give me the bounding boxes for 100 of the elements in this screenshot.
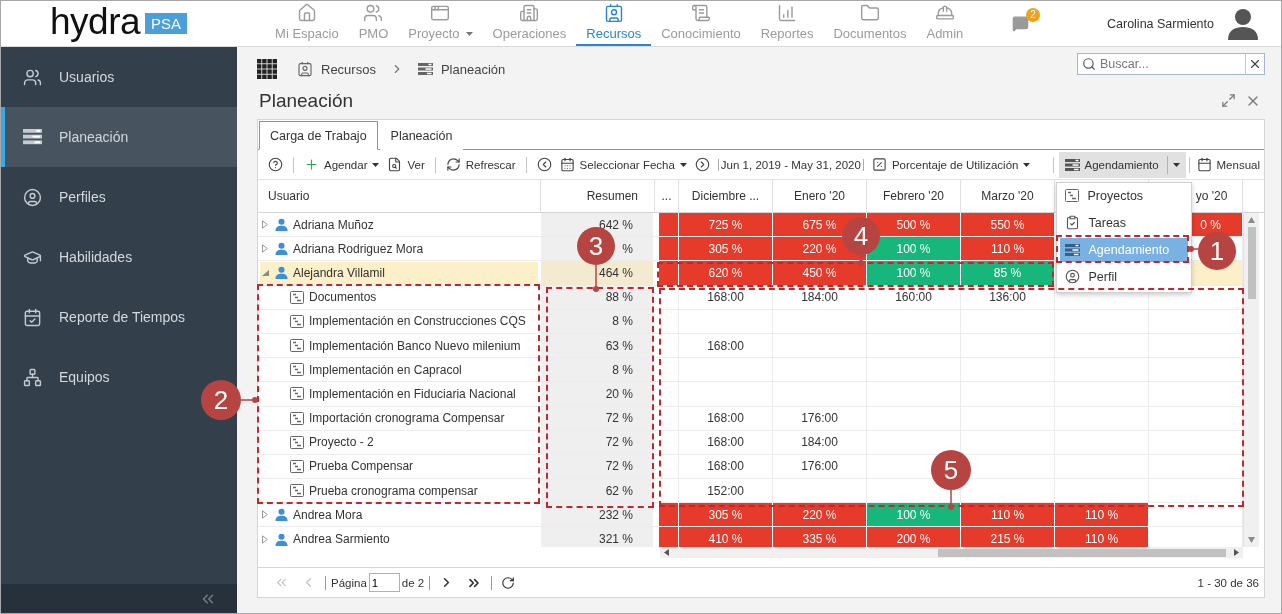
triangle-down-icon[interactable] xyxy=(262,269,269,276)
row-name: Implementación en Fiduciaria Nacional xyxy=(309,386,516,401)
refresh-icon xyxy=(501,575,516,590)
chevron-left-circle-icon xyxy=(536,157,552,172)
notification-badge: 2 xyxy=(1026,8,1040,22)
load-cell: 110 % xyxy=(1055,503,1149,527)
grid-icon xyxy=(257,59,277,79)
load-cell: 200 % xyxy=(867,527,961,547)
row-name: Proyecto - 2 xyxy=(309,435,374,450)
leader-line xyxy=(948,487,954,510)
sidebar-item[interactable]: Usuarios xyxy=(1,47,237,107)
summary-cell: 72 % xyxy=(541,430,655,454)
column-header[interactable]: Febrero '20 xyxy=(867,180,961,212)
scroll-right-arrow-icon[interactable] xyxy=(1234,549,1239,556)
person-icon xyxy=(275,508,288,522)
user-circle-icon xyxy=(1064,269,1080,284)
triangle-right-icon[interactable] xyxy=(262,510,268,520)
sidebar-item[interactable]: Planeación xyxy=(1,107,237,167)
column-header[interactable]: Usuario xyxy=(258,180,541,212)
gantt-chart-icon xyxy=(290,363,304,377)
summary-cell: 62 % xyxy=(541,479,655,503)
triangle-right-icon[interactable] xyxy=(262,244,268,254)
breadcrumb-link[interactable]: Planeación xyxy=(417,61,506,77)
scrollbar-thumb[interactable] xyxy=(1247,227,1256,299)
chevron-right-circle-icon xyxy=(694,157,710,172)
column-header[interactable]: Marzo '20 xyxy=(961,180,1055,212)
sidebar-item[interactable]: Perfiles xyxy=(1,167,237,227)
search-field[interactable]: Buscar... xyxy=(1077,53,1245,75)
add-button[interactable]: Agendar xyxy=(300,151,384,178)
file-search-icon xyxy=(387,157,403,172)
summary-cell: 321 % xyxy=(541,527,655,547)
column-header[interactable]: Resumen xyxy=(541,180,655,212)
scroll-left-arrow-icon[interactable] xyxy=(664,549,669,556)
page-range-label: 1 - 30 de 36 xyxy=(1197,576,1259,589)
row-name: Adriana Muñoz xyxy=(293,217,374,232)
summary-cell: 232 % xyxy=(541,503,655,527)
calendar-icon xyxy=(1196,157,1212,172)
refresh-icon xyxy=(445,157,461,172)
calendar-check-icon xyxy=(23,307,42,327)
summary-cell: 20 % xyxy=(541,382,655,406)
clear-search-button[interactable] xyxy=(1245,53,1265,75)
house-icon xyxy=(296,3,317,23)
metric-dropdown[interactable]: Porcentaje de Utilización xyxy=(867,151,1035,178)
contact-card-icon xyxy=(297,61,313,77)
sidebar-item[interactable]: Habilidades xyxy=(1,227,237,287)
column-header[interactable]: Enero '20 xyxy=(773,180,867,212)
scrollbar-thumb[interactable] xyxy=(938,548,1226,557)
row-name: Adriana Rodriguez Mora xyxy=(293,241,424,256)
row-name: Implementación en Capracol xyxy=(309,362,462,377)
name-cell[interactable]: Alejandra Villamil xyxy=(260,262,538,284)
sidebar-item[interactable]: Reporte de Tiempos xyxy=(1,287,237,347)
apps-button[interactable] xyxy=(257,59,277,79)
load-cell: 620 % xyxy=(679,261,773,285)
date-picker-button[interactable]: Seleccionar Fecha xyxy=(555,151,691,178)
logo-badge: PSA xyxy=(145,13,188,34)
triangle-right-icon[interactable] xyxy=(262,534,268,544)
building-icon xyxy=(519,3,540,23)
load-cell: 110 % xyxy=(1055,527,1149,547)
load-cell: 85 % xyxy=(961,261,1055,285)
view-button[interactable]: Ver xyxy=(383,151,429,178)
tab[interactable]: Carga de Trabajo xyxy=(259,121,378,150)
page-title: Planeación xyxy=(258,90,354,112)
load-cell: 335 % xyxy=(773,527,867,547)
row-name: Implementación en Construcciones CQS xyxy=(309,314,526,329)
period-button[interactable]: Mensual xyxy=(1195,151,1261,178)
gantt-chart-icon xyxy=(290,339,304,353)
triangle-right-icon[interactable] xyxy=(262,220,268,230)
chat-icon xyxy=(1012,15,1029,32)
hard-hat-icon xyxy=(934,3,955,23)
summary-cell: 8 % xyxy=(541,358,655,382)
load-cell: 305 % xyxy=(679,237,773,261)
user-circle-icon xyxy=(23,187,42,207)
avatar-icon[interactable] xyxy=(1228,7,1258,40)
row-name: Importación cronograma Compensar xyxy=(309,411,505,426)
refresh-button[interactable]: Refrescar xyxy=(441,151,520,178)
load-cell: 100 % xyxy=(867,261,961,285)
column-header[interactable]: Diciembre ... xyxy=(679,180,773,212)
load-cell: 110 % xyxy=(961,237,1055,261)
breadcrumb-link[interactable]: Recursos xyxy=(297,61,376,77)
stacked-bars-icon xyxy=(1064,243,1080,256)
scroll-down-arrow-icon[interactable] xyxy=(1248,537,1255,543)
view-mode-dropdown[interactable]: Agendamiento xyxy=(1058,151,1186,178)
maximize-button[interactable] xyxy=(1221,93,1236,109)
column-header[interactable]: ... xyxy=(655,180,679,212)
scroll-up-arrow-icon[interactable] xyxy=(1248,217,1255,223)
stacked-bars-icon xyxy=(417,63,433,75)
row-name: Prueba Compensar xyxy=(309,459,414,474)
load-cell: 725 % xyxy=(679,213,773,237)
percent-icon xyxy=(871,157,887,172)
chat-button[interactable] xyxy=(1012,15,1029,32)
search-icon xyxy=(1082,57,1096,71)
load-cell: 215 % xyxy=(961,527,1055,547)
page-label: Página xyxy=(331,576,367,589)
leader-line xyxy=(593,262,599,292)
row-name: Andrea Mora xyxy=(293,507,363,522)
page-input[interactable]: 1 xyxy=(368,573,400,592)
date-range-label: Jun 1, 2019 - May 31, 2020 xyxy=(717,158,864,171)
user-name: Carolina Sarmiento xyxy=(1107,16,1214,31)
column-header[interactable]: yo '20 xyxy=(1149,180,1243,212)
gantt-chart-icon xyxy=(290,290,304,304)
